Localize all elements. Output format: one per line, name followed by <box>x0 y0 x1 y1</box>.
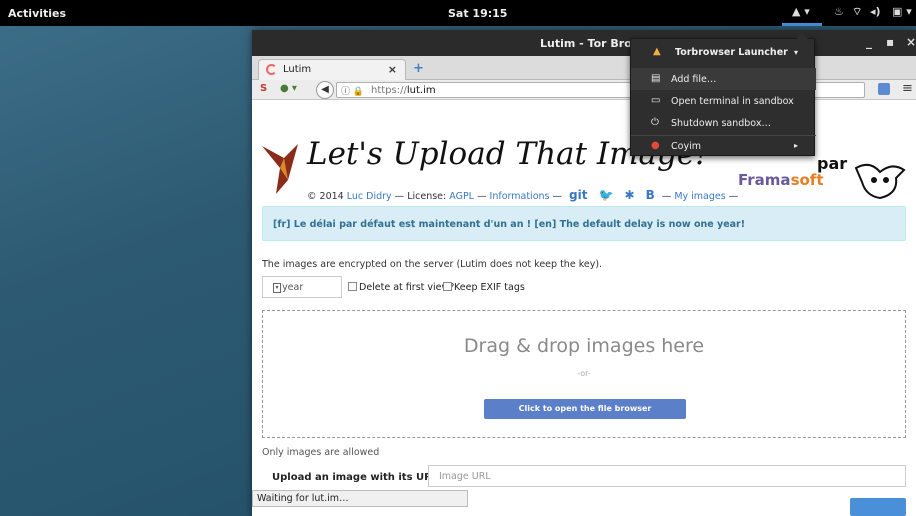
lock-icon[interactable]: ⓘ 🔒 <box>341 84 364 97</box>
document-icon: ▤ <box>651 73 661 84</box>
menu-item-open-terminal[interactable]: ▭ Open terminal in sandbox <box>631 90 816 112</box>
terminal-icon: ▭ <box>651 95 661 106</box>
maximize-icon[interactable]: ▪ <box>886 35 894 49</box>
wifi-icon[interactable]: ⌔ <box>852 5 862 19</box>
upload-url-label: Upload an image with its URL <box>272 472 439 483</box>
launcher-icon: ▲ <box>653 46 661 57</box>
new-tab-button[interactable]: + <box>413 61 424 76</box>
hamburger-menu-icon[interactable]: ≡ <box>902 81 913 96</box>
activities-button[interactable]: Activities <box>8 7 66 20</box>
window-titlebar: Lutim - Tor Browser _ ▪ × <box>252 30 916 56</box>
delay-select[interactable]: 1 year ▾ <box>262 276 342 298</box>
encryption-note: The images are encrypted on the server (… <box>262 259 603 270</box>
back-button[interactable]: ◀ <box>316 81 334 99</box>
tor-browser-window: Lutim - Tor Browser _ ▪ × Lutim × + S ● … <box>252 30 916 516</box>
info-alert: [fr] Le délai par défaut est maintenant … <box>262 206 906 241</box>
loading-spinner-icon <box>266 64 277 75</box>
alert-text: [fr] Le délai par défaut est maintenant … <box>273 219 746 230</box>
tor-onion-icon[interactable]: ● ▾ <box>280 83 297 94</box>
gnu-head-icon <box>854 163 906 200</box>
upload-url-button[interactable] <box>850 498 906 516</box>
torbrowser-launcher-menu: ▲ Torbrowser Launcher ▾ ▤ Add file… ▭ Op… <box>630 33 816 157</box>
chevron-right-icon: ▸ <box>793 141 798 150</box>
battery-icon[interactable]: ▣ ▾ <box>892 5 912 18</box>
my-images-link[interactable]: My images <box>674 191 725 202</box>
status-flame-icon[interactable]: ♨ <box>834 5 844 18</box>
url-text[interactable]: https://lut.im <box>371 85 436 96</box>
power-icon: ⏻ <box>651 117 659 128</box>
git-icon[interactable]: git <box>569 188 587 202</box>
tab-label: Lutim <box>283 64 312 75</box>
drop-zone[interactable]: Drag & drop images here -or- Click to op… <box>262 310 906 438</box>
bitcoin-icon[interactable]: B <box>646 188 655 202</box>
extension-icon[interactable] <box>878 83 890 95</box>
diaspora-icon[interactable]: ✱ <box>625 188 635 202</box>
drop-or: -or- <box>577 369 591 378</box>
license-link[interactable]: AGPL <box>449 191 474 202</box>
torbrowser-launcher-indicator-icon[interactable]: ▲ ▾ <box>792 5 810 18</box>
delete-first-view-checkbox[interactable]: Delete at first view? <box>348 282 454 293</box>
lutim-logo <box>262 144 298 194</box>
tab-strip: Lutim × + <box>252 56 916 80</box>
coyim-icon: ● <box>651 140 660 151</box>
volume-icon[interactable]: ◂) <box>870 5 881 18</box>
gnome-top-bar: Activities Sat 19:15 ▲ ▾ ♨ ⌔ ◂) ▣ ▾ <box>0 0 916 26</box>
menu-item-shutdown[interactable]: ⏻ Shutdown sandbox… <box>631 112 816 134</box>
credits-line: © 2014 Luc Didry — License: AGPL — Infor… <box>307 188 739 202</box>
menu-item-coyim[interactable]: ● Coyim ▸ <box>631 135 816 157</box>
informations-link[interactable]: Informations <box>490 191 550 202</box>
chevron-down-icon: ▾ <box>793 48 798 57</box>
menu-item-add-file[interactable]: ▤ Add file… <box>631 68 816 90</box>
web-page: Let's Upload That Image! © 2014 Luc Didr… <box>252 100 916 516</box>
framasoft-logo[interactable]: Framasoft <box>738 171 824 189</box>
minimize-icon[interactable]: _ <box>866 35 872 49</box>
close-window-icon[interactable]: × <box>906 35 916 49</box>
image-url-input[interactable]: Image URL <box>428 465 906 487</box>
menu-header[interactable]: ▲ Torbrowser Launcher ▾ <box>631 39 816 61</box>
tab-close-icon[interactable]: × <box>388 63 397 76</box>
navigation-toolbar: S ● ▾ ◀ ⓘ 🔒 https://lut.im ≡ <box>252 80 916 100</box>
noscript-icon[interactable]: S <box>260 83 267 94</box>
status-bar: Waiting for lut.im… <box>252 490 468 507</box>
keep-exif-checkbox[interactable]: Keep EXIF tags <box>443 282 525 293</box>
twitter-icon[interactable]: 🐦 <box>599 188 614 202</box>
tab-lutim[interactable]: Lutim × <box>258 59 406 80</box>
file-browser-button[interactable]: Click to open the file browser <box>484 399 686 419</box>
drop-title: Drag & drop images here <box>463 335 705 357</box>
author-link[interactable]: Luc Didry <box>347 191 392 202</box>
only-images-note: Only images are allowed <box>262 447 380 458</box>
active-indicator <box>782 23 822 26</box>
clock[interactable]: Sat 19:15 <box>448 7 507 20</box>
select-arrow-icon[interactable]: ▾ <box>273 283 281 293</box>
